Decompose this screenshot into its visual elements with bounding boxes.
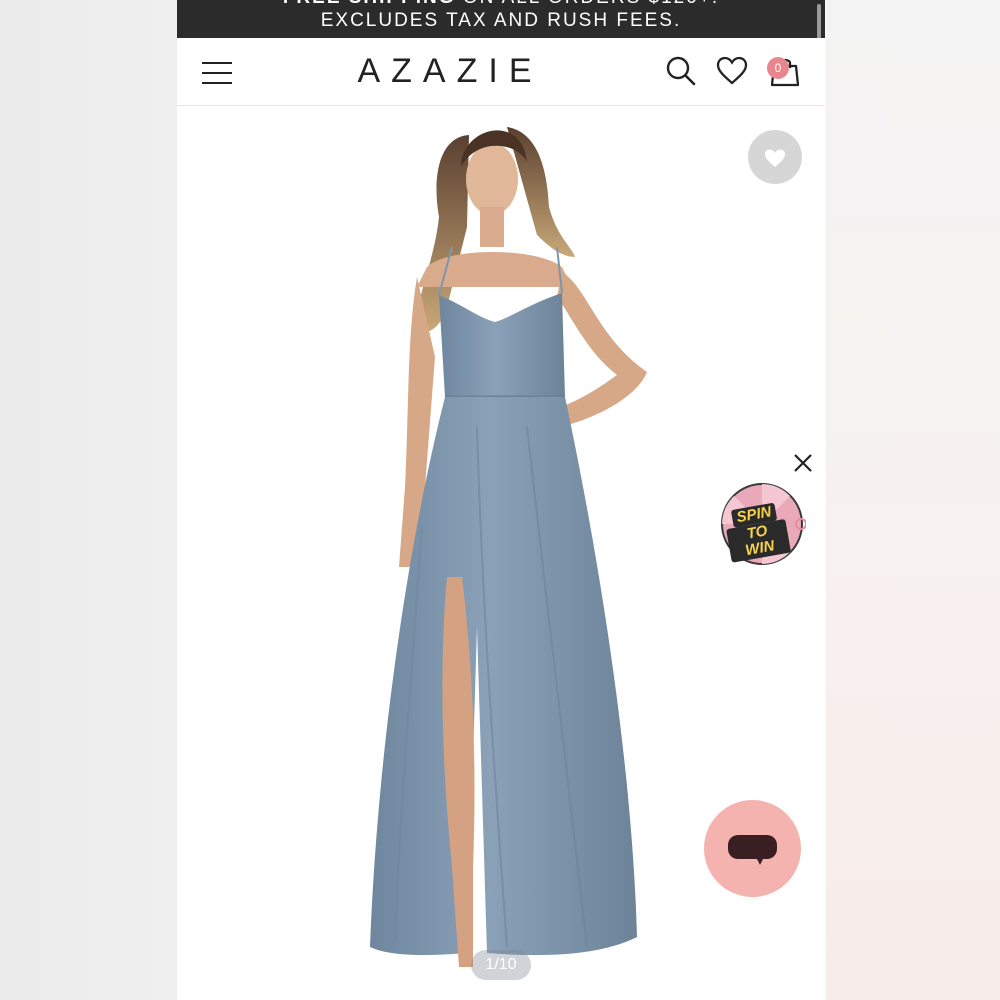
promo-line-1-rest: ON ALL ORDERS $120+. bbox=[456, 0, 720, 8]
spin-to-win-label: SPIN TO WIN bbox=[723, 501, 792, 563]
menu-icon[interactable] bbox=[202, 60, 234, 86]
search-icon[interactable] bbox=[664, 54, 698, 88]
scrollbar[interactable] bbox=[817, 4, 821, 38]
promo-banner[interactable]: FREE SHIPPING ON ALL ORDERS $120+. EXCLU… bbox=[177, 0, 825, 38]
promo-line-2: EXCLUDES TAX AND RUSH FEES. bbox=[320, 10, 682, 31]
background-panel bbox=[826, 0, 1000, 1000]
brand-logo[interactable]: AZAZIE bbox=[337, 52, 563, 91]
site-header: AZAZIE 0 bbox=[177, 38, 825, 106]
mobile-screen: FREE SHIPPING ON ALL ORDERS $120+. EXCLU… bbox=[177, 0, 825, 1000]
image-pager: 1/10 bbox=[471, 950, 531, 980]
add-to-wishlist-button[interactable] bbox=[748, 130, 802, 184]
promo-line-1-bold: FREE SHIPPING bbox=[283, 0, 456, 8]
close-icon[interactable] bbox=[791, 451, 815, 475]
heart-icon bbox=[765, 149, 785, 167]
promo-line-1: FREE SHIPPING ON ALL ORDERS $120+. bbox=[177, 0, 825, 9]
heart-icon[interactable] bbox=[715, 54, 749, 88]
cart-count-badge: 0 bbox=[767, 57, 789, 79]
chat-button[interactable] bbox=[704, 800, 801, 897]
chat-bubble-icon bbox=[728, 835, 777, 865]
product-image-gallery[interactable]: SPIN TO WIN 1/10 bbox=[177, 107, 825, 1000]
spin-to-win-widget[interactable]: SPIN TO WIN bbox=[718, 480, 807, 568]
